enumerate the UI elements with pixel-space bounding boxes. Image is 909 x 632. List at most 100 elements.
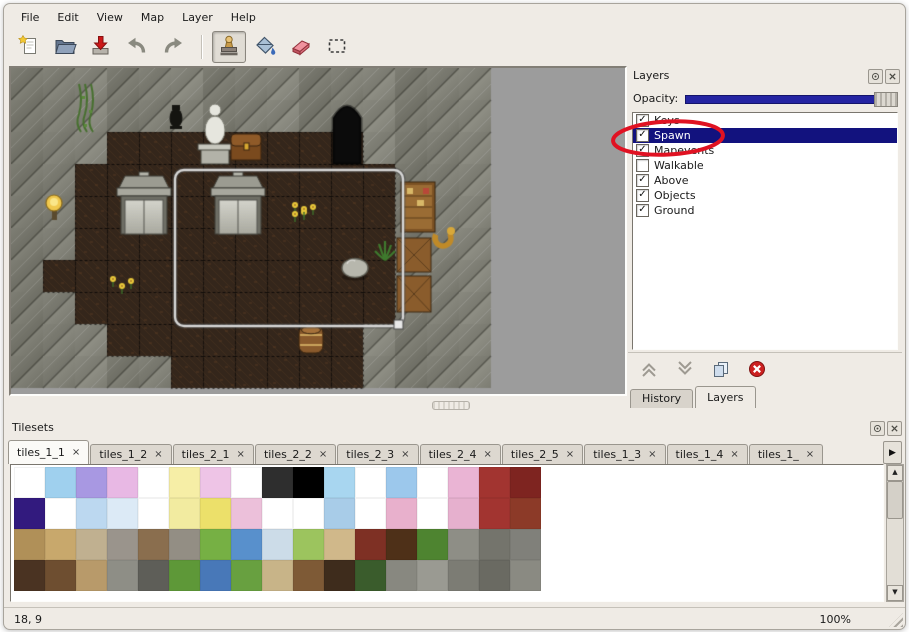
map-canvas[interactable]: [11, 68, 621, 390]
tileset-tab-tiles_1_1[interactable]: tiles_1_1×: [8, 440, 89, 464]
raise-layer-button[interactable]: [638, 358, 660, 380]
tileset-tile[interactable]: [386, 467, 417, 498]
tileset-tile[interactable]: [448, 467, 479, 498]
tileset-tab-tiles_1_3[interactable]: tiles_1_3×: [584, 444, 665, 464]
save-button[interactable]: [84, 31, 118, 63]
tileset-tile[interactable]: [200, 498, 231, 529]
tileset-tile[interactable]: [448, 498, 479, 529]
tileset-tile[interactable]: [76, 498, 107, 529]
tileset-tab-tiles_1_4[interactable]: tiles_1_4×: [667, 444, 748, 464]
tileset-tile[interactable]: [262, 498, 293, 529]
panel-float-icon[interactable]: [870, 421, 885, 436]
tileset-tile[interactable]: [293, 498, 324, 529]
layer-row-mapevents[interactable]: ✓Mapevents: [633, 143, 897, 158]
tileset-tab-tiles_2_5[interactable]: tiles_2_5×: [502, 444, 583, 464]
tileset-tile[interactable]: [45, 529, 76, 560]
tileset-tile[interactable]: [293, 560, 324, 591]
duplicate-layer-button[interactable]: [710, 358, 732, 380]
tileset-tile[interactable]: [386, 529, 417, 560]
tileset-tile[interactable]: [138, 529, 169, 560]
tileset-tile[interactable]: [262, 560, 293, 591]
tileset-tile[interactable]: [169, 529, 200, 560]
layer-checkbox[interactable]: ✓: [636, 204, 649, 217]
tileset-tile[interactable]: [231, 560, 262, 591]
tileset-tile[interactable]: [324, 529, 355, 560]
panel-float-icon[interactable]: [868, 69, 883, 84]
new-file-button[interactable]: [12, 31, 46, 63]
tileset-tile[interactable]: [262, 529, 293, 560]
tileset-scrollbar[interactable]: ▲ ▼: [886, 464, 904, 602]
tileset-tile[interactable]: [448, 560, 479, 591]
delete-layer-button[interactable]: [746, 358, 768, 380]
tab-close-icon[interactable]: ×: [483, 450, 491, 460]
layer-row-spawn[interactable]: ✓Spawn: [633, 128, 897, 143]
menu-help[interactable]: Help: [222, 8, 265, 27]
tileset-tile[interactable]: [386, 498, 417, 529]
tileset-tile[interactable]: [417, 498, 448, 529]
tab-close-icon[interactable]: ×: [648, 450, 656, 460]
scroll-down-icon[interactable]: ▼: [887, 585, 903, 601]
tileset-tile[interactable]: [200, 529, 231, 560]
scroll-up-icon[interactable]: ▲: [887, 465, 903, 481]
menu-layer[interactable]: Layer: [173, 8, 222, 27]
tab-close-icon[interactable]: ×: [237, 450, 245, 460]
tileset-tile[interactable]: [355, 467, 386, 498]
tileset-tile[interactable]: [448, 529, 479, 560]
tileset-tile[interactable]: [510, 529, 541, 560]
tileset-tile[interactable]: [355, 560, 386, 591]
panel-tab-layers[interactable]: Layers: [695, 386, 755, 408]
tileset-tile[interactable]: [510, 560, 541, 591]
tileset-tile[interactable]: [107, 529, 138, 560]
stamp-tool-button[interactable]: [212, 31, 246, 63]
tileset-tile[interactable]: [293, 529, 324, 560]
fill-tool-button[interactable]: [248, 31, 282, 63]
eraser-tool-button[interactable]: [284, 31, 318, 63]
tab-close-icon[interactable]: ×: [154, 450, 162, 460]
tileset-tile[interactable]: [107, 560, 138, 591]
tab-close-icon[interactable]: ×: [401, 450, 409, 460]
tileset-tile[interactable]: [107, 498, 138, 529]
tileset-tile[interactable]: [293, 467, 324, 498]
tab-close-icon[interactable]: ×: [730, 450, 738, 460]
tab-close-icon[interactable]: ×: [566, 450, 574, 460]
tileset-tab-tiles_2_1[interactable]: tiles_2_1×: [173, 444, 254, 464]
splitter-handle[interactable]: [432, 401, 470, 410]
redo-button[interactable]: [156, 31, 190, 63]
tileset-tile[interactable]: [510, 498, 541, 529]
tileset-tile[interactable]: [510, 467, 541, 498]
tileset-tile[interactable]: [231, 467, 262, 498]
layer-checkbox[interactable]: [636, 159, 649, 172]
tileset-tile[interactable]: [76, 467, 107, 498]
tab-scroll-right-icon[interactable]: ▶: [883, 441, 902, 464]
tab-close-icon[interactable]: ×: [72, 448, 80, 458]
tileset-tile[interactable]: [479, 467, 510, 498]
tileset-tile[interactable]: [200, 467, 231, 498]
open-folder-button[interactable]: [48, 31, 82, 63]
tileset-tile[interactable]: [479, 498, 510, 529]
tileset-tab-tiles_2_2[interactable]: tiles_2_2×: [255, 444, 336, 464]
layer-checkbox[interactable]: ✓: [636, 129, 649, 142]
tileset-tile[interactable]: [479, 529, 510, 560]
tileset-tile[interactable]: [14, 467, 45, 498]
panel-close-icon[interactable]: [885, 69, 900, 84]
tileset-tile[interactable]: [355, 498, 386, 529]
tileset-tile[interactable]: [45, 560, 76, 591]
opacity-slider-handle[interactable]: [874, 92, 898, 107]
layer-checkbox[interactable]: ✓: [636, 144, 649, 157]
tileset-tile[interactable]: [324, 560, 355, 591]
tileset-tile[interactable]: [479, 560, 510, 591]
tileset-tab-tiles_2_3[interactable]: tiles_2_3×: [337, 444, 418, 464]
menu-map[interactable]: Map: [132, 8, 173, 27]
panel-close-icon[interactable]: [887, 421, 902, 436]
layer-row-keys[interactable]: ✓Keys: [633, 113, 897, 128]
opacity-slider[interactable]: [685, 91, 898, 106]
tileset-tile[interactable]: [14, 529, 45, 560]
tileset-tile[interactable]: [169, 467, 200, 498]
undo-button[interactable]: [120, 31, 154, 63]
tab-close-icon[interactable]: ×: [319, 450, 327, 460]
tileset-tile[interactable]: [107, 467, 138, 498]
select-tool-button[interactable]: [320, 31, 354, 63]
tileset-tile[interactable]: [138, 498, 169, 529]
lower-layer-button[interactable]: [674, 358, 696, 380]
tileset-tile[interactable]: [76, 529, 107, 560]
